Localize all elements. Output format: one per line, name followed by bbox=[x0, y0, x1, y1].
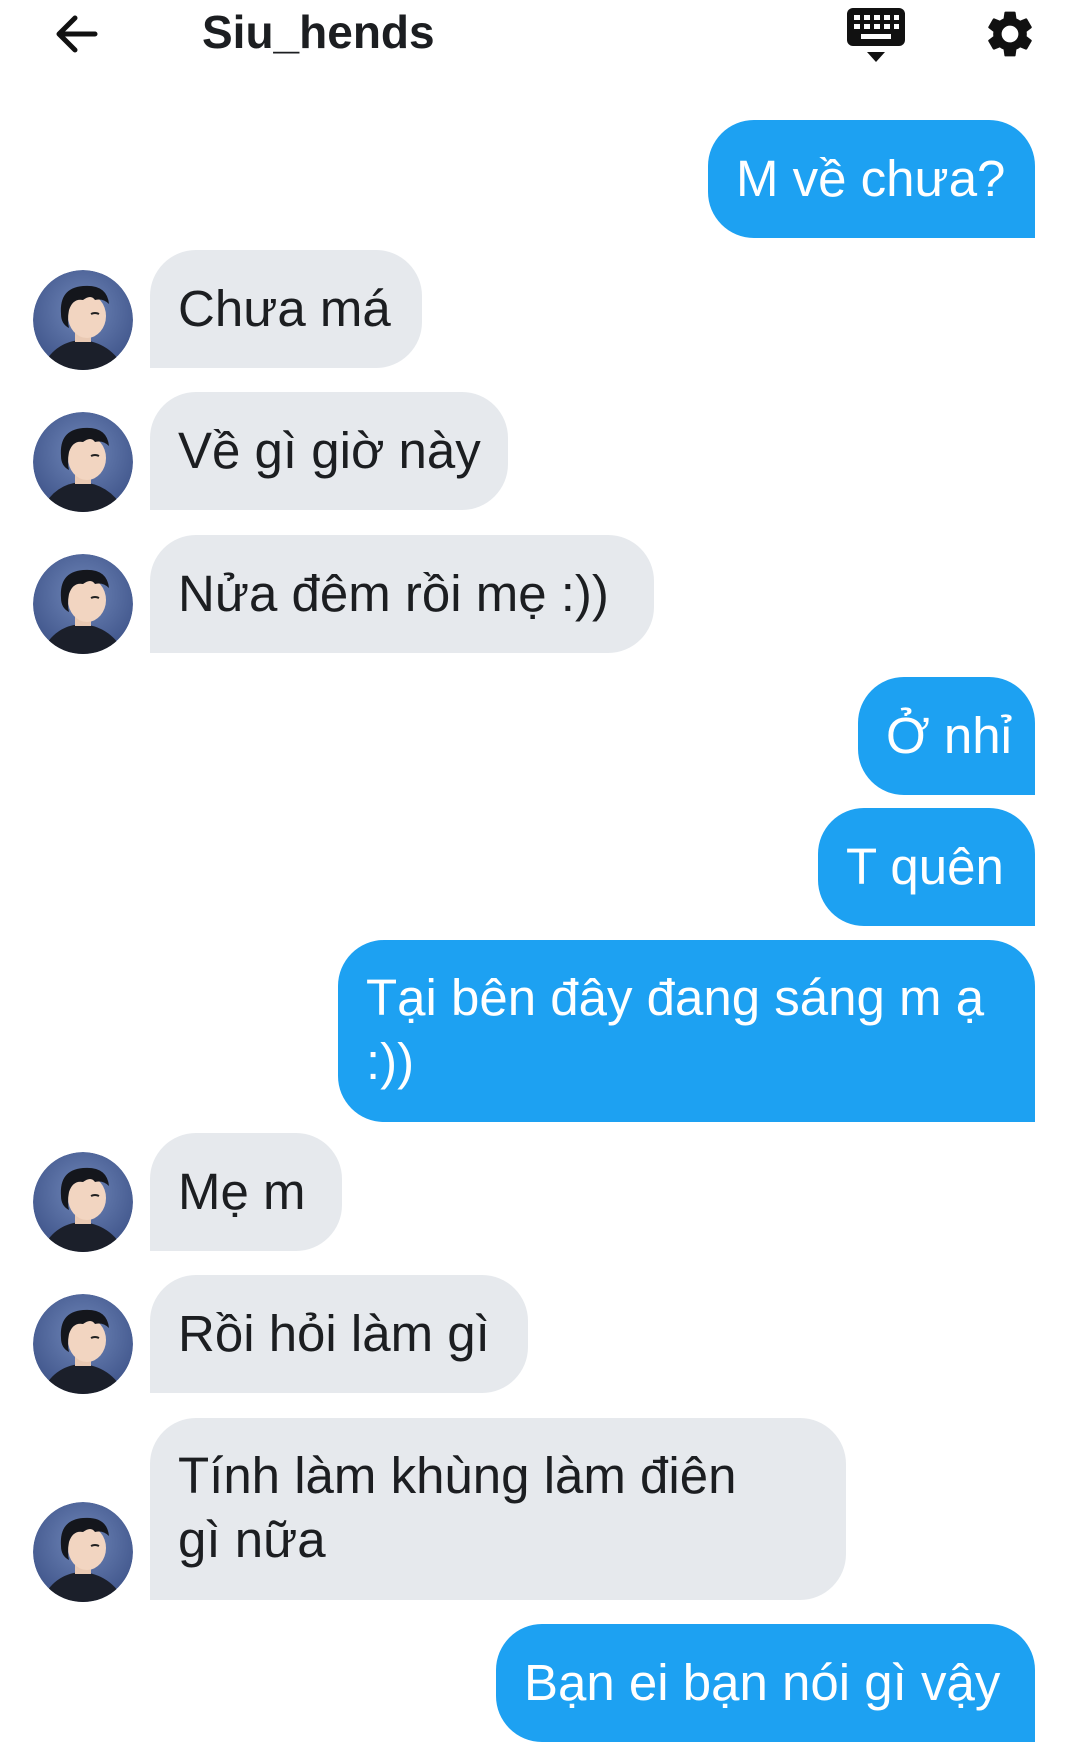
message-bubble-incoming[interactable]: Chưa má bbox=[150, 250, 422, 368]
avatar[interactable] bbox=[33, 1502, 133, 1602]
avatar[interactable] bbox=[33, 554, 133, 654]
message-bubble-incoming[interactable]: Nửa đêm rồi mẹ :)) bbox=[150, 535, 654, 653]
message-bubble-outgoing[interactable]: T quên bbox=[818, 808, 1035, 926]
conversation-title: Siu_hends bbox=[202, 6, 435, 58]
keyboard-icon bbox=[847, 8, 905, 62]
keyboard-button[interactable] bbox=[845, 6, 907, 68]
gear-icon bbox=[988, 11, 1032, 57]
avatar[interactable] bbox=[33, 1294, 133, 1394]
message-bubble-incoming[interactable]: Rồi hỏi làm gì bbox=[150, 1275, 528, 1393]
avatar[interactable] bbox=[33, 1152, 133, 1252]
message-bubble-outgoing[interactable]: Tại bên đây đang sáng m ạ :)) bbox=[338, 940, 1035, 1122]
chat-header: Siu_hends bbox=[0, 0, 1080, 80]
avatar[interactable] bbox=[33, 412, 133, 512]
message-bubble-incoming[interactable]: Mẹ m bbox=[150, 1133, 342, 1251]
message-bubble-incoming[interactable]: Tính làm khùng làm điên gì nữa bbox=[150, 1418, 846, 1600]
message-bubble-incoming[interactable]: Về gì giờ này bbox=[150, 392, 508, 510]
avatar[interactable] bbox=[33, 270, 133, 370]
settings-button[interactable] bbox=[982, 6, 1038, 62]
message-bubble-outgoing[interactable]: Bạn ei bạn nói gì vậy bbox=[496, 1624, 1035, 1742]
back-button[interactable] bbox=[50, 8, 102, 60]
message-bubble-outgoing[interactable]: Ở nhỉ bbox=[858, 677, 1035, 795]
arrow-left-icon bbox=[56, 15, 98, 53]
message-bubble-outgoing[interactable]: M về chưa? bbox=[708, 120, 1035, 238]
